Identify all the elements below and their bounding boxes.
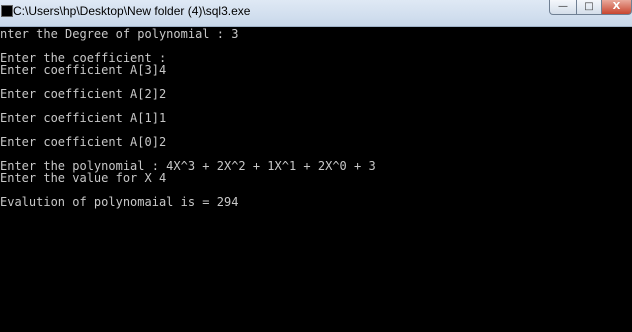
maximize-button[interactable]: □	[576, 0, 602, 15]
console-window: C:\Users\hp\Desktop\New folder (4)\sql3.…	[0, 0, 632, 332]
close-button[interactable]: X	[601, 0, 632, 15]
minimize-button[interactable]: —	[549, 0, 577, 15]
console-line: Enter coefficient A[1]1	[0, 111, 167, 125]
console-line: Enter coefficient A[2]2	[0, 87, 167, 101]
console-output[interactable]: nter the Degree of polynomial : 3 Enter …	[0, 27, 632, 332]
console-line: Enter the value for X 4	[0, 171, 167, 185]
console-line: Evalution of polynomaial is = 294	[0, 195, 239, 209]
window-title: C:\Users\hp\Desktop\New folder (4)\sql3.…	[13, 4, 251, 18]
console-line: nter the Degree of polynomial : 3	[0, 27, 239, 41]
console-line: Enter coefficient A[0]2	[0, 135, 167, 149]
console-app-icon	[1, 5, 13, 17]
console-line: Enter coefficient A[3]4	[0, 63, 167, 77]
title-bar[interactable]: C:\Users\hp\Desktop\New folder (4)\sql3.…	[0, 0, 632, 27]
